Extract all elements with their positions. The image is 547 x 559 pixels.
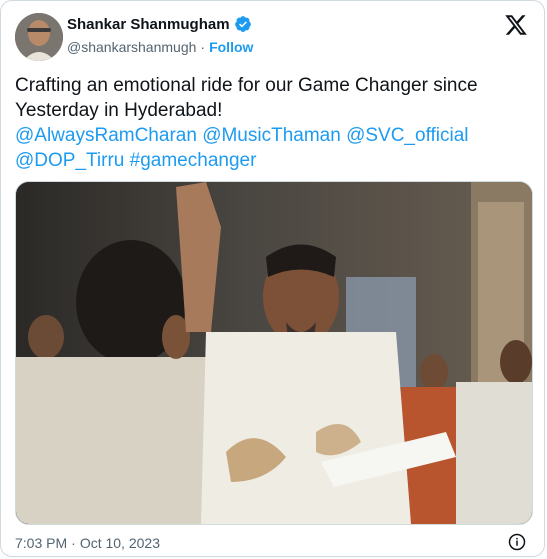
- photo-image: [16, 182, 532, 524]
- separator-dot: ·: [200, 39, 206, 55]
- mention-link[interactable]: @AlwaysRamCharan: [15, 125, 197, 146]
- mention-link[interactable]: @SVC_official: [346, 125, 468, 146]
- tweet-card: Shankar Shanmugham @shankarshanmugh · Fo…: [0, 0, 545, 557]
- tweet-time: 7:03 PM: [15, 535, 68, 551]
- author-handle-row: @shankarshanmugh · Follow: [67, 39, 253, 55]
- separator-dot: ·: [71, 535, 76, 551]
- tweet-text: Crafting an emotional ride for our Game …: [15, 73, 535, 173]
- tweet-date: Oct 10, 2023: [79, 535, 160, 551]
- author-handle[interactable]: @shankarshanmugh: [67, 39, 196, 55]
- author-name[interactable]: Shankar Shanmugham: [67, 16, 230, 33]
- tweet-mentions-line-1: @AlwaysRamCharan @MusicThaman @SVC_offic…: [15, 123, 535, 148]
- info-icon[interactable]: [508, 533, 526, 551]
- verified-badge-icon: [234, 16, 251, 32]
- tweet-line-2: Yesterday in Hyderabad!: [15, 100, 223, 121]
- avatar[interactable]: [15, 13, 63, 61]
- tweet-line-1: Crafting an emotional ride for our Game …: [15, 75, 478, 96]
- avatar-image: [15, 13, 63, 61]
- mention-link[interactable]: @MusicThaman: [202, 125, 341, 146]
- mention-link[interactable]: @DOP_Tirru: [15, 150, 124, 171]
- follow-button[interactable]: Follow: [209, 39, 253, 55]
- author-name-row: Shankar Shanmugham: [67, 15, 252, 33]
- hashtag-link[interactable]: #gamechanger: [130, 150, 257, 171]
- x-logo-icon[interactable]: [504, 13, 528, 37]
- tweet-mentions-line-2: @DOP_Tirru #gamechanger: [15, 148, 535, 173]
- tweet-photo[interactable]: [15, 181, 533, 525]
- tweet-timestamp[interactable]: 7:03 PM · Oct 10, 2023: [15, 535, 160, 551]
